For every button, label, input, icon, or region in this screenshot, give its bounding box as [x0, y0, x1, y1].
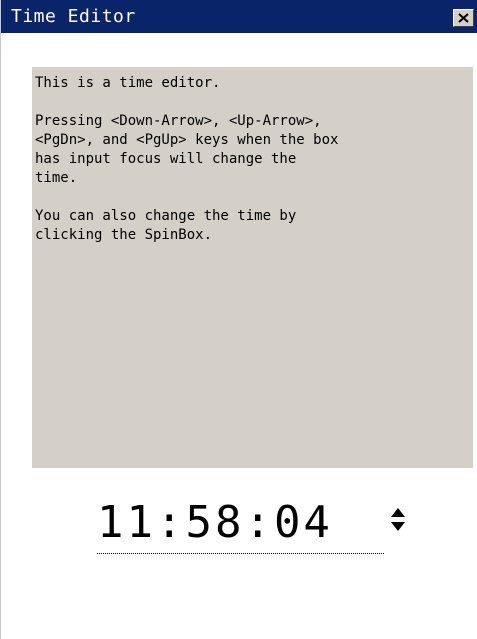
time-spinbox[interactable]: 11:58:04 [97, 493, 333, 549]
info-paragraph: Pressing <Down-Arrow>, <Up-Arrow>, <PgDn… [35, 113, 339, 186]
focus-underline [97, 553, 384, 554]
info-panel: This is a time editor. Pressing <Down-Ar… [32, 67, 473, 468]
time-editor-window: Time Editor This is a time editor. Press… [0, 0, 477, 639]
info-paragraph: You can also change the time by clicking… [35, 208, 297, 243]
title-bar[interactable]: Time Editor [1, 0, 477, 33]
spin-down-arrow-icon [391, 522, 405, 531]
spin-button[interactable] [390, 505, 406, 535]
close-button[interactable] [453, 9, 474, 27]
time-value[interactable]: 11:58:04 [97, 497, 333, 549]
close-icon [458, 13, 469, 23]
window-title: Time Editor [11, 6, 136, 27]
spin-up-arrow-icon [391, 508, 405, 517]
spin-updown-icon [391, 508, 405, 531]
info-paragraph: This is a time editor. [35, 75, 221, 91]
